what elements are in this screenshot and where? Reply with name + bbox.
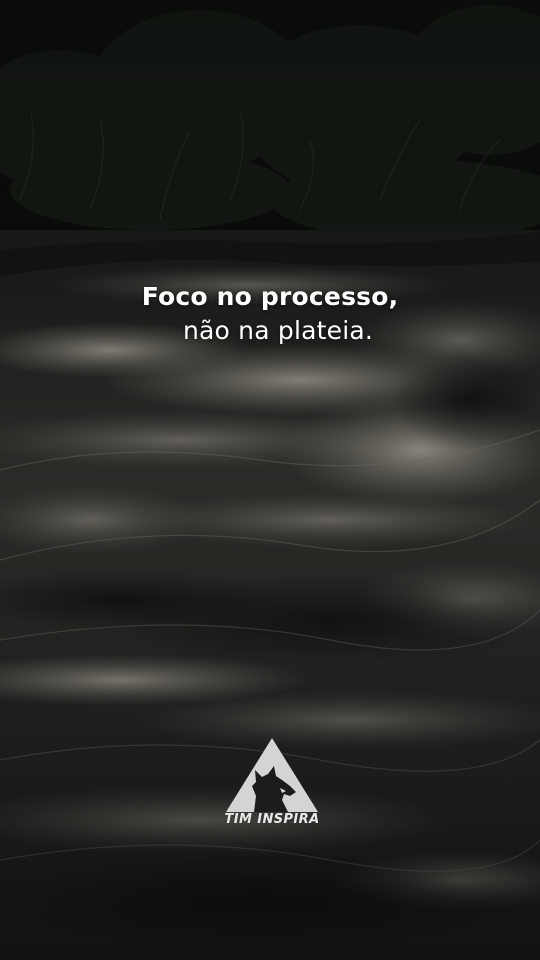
brand-name: TIM INSPIRA [224, 812, 320, 827]
background-photo: Foco no processo, não na plateia. TIM IN… [0, 0, 540, 960]
brand-logo: TIM INSPIRA [220, 736, 324, 832]
quote-line-bold: Foco no processo, [141, 282, 399, 311]
wolf-in-triangle-icon [226, 738, 318, 812]
quote-line-regular: não na plateia. [182, 316, 374, 345]
quote-text: Foco no processo, não na plateia. [0, 280, 540, 348]
